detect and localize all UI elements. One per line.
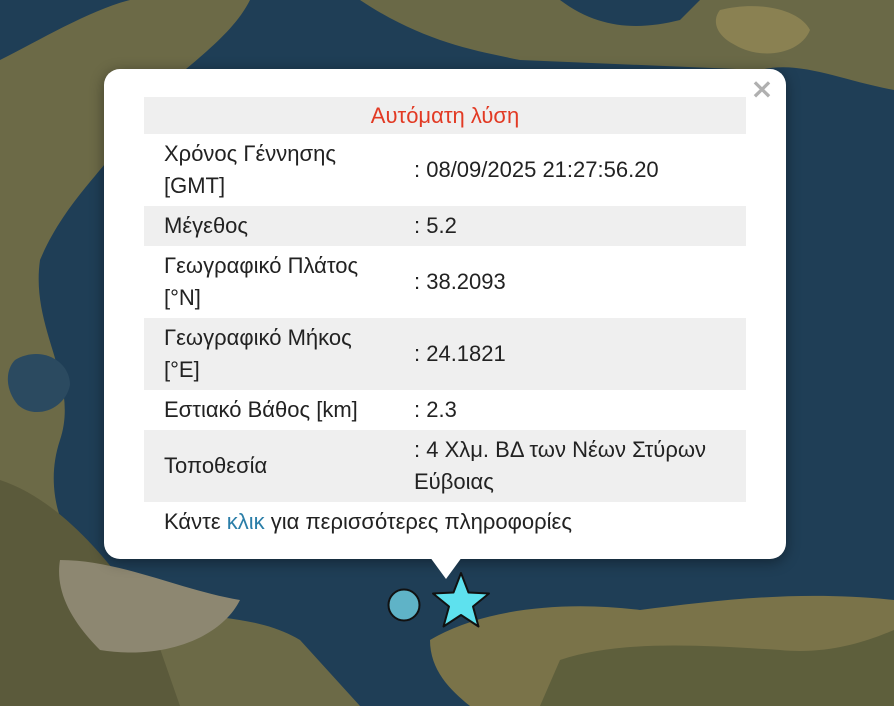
row-value: : 24.1821	[392, 318, 746, 390]
title-row: Αυτόματη λύση	[144, 97, 746, 134]
close-icon[interactable]: ×	[750, 75, 774, 103]
row-label: Μέγεθος	[144, 206, 392, 246]
row-value: : 38.2093	[414, 269, 506, 294]
footer-row: Κάντε κλικ για περισσότερες πληροφορίες	[144, 502, 746, 542]
info-table: Αυτόματη λύση Χρόνος Γέννησης [GMT] : 08…	[144, 97, 746, 542]
row-label: Γεωγραφικό Πλάτος [°N]	[164, 253, 359, 310]
row-value: : 2.3	[414, 397, 457, 422]
table-row: Χρόνος Γέννησης [GMT] : 08/09/2025 21:27…	[144, 134, 746, 206]
row-value: : 5.2	[392, 206, 746, 246]
popup-title: Αυτόματη λύση	[144, 97, 746, 134]
circle-marker-icon[interactable]	[386, 587, 422, 623]
table-row: Γεωγραφικό Πλάτος [°N] : 38.2093	[144, 246, 746, 318]
more-info-link[interactable]: κλικ	[227, 509, 265, 534]
row-value: : 08/09/2025 21:27:56.20	[414, 157, 659, 182]
star-marker-icon[interactable]	[430, 570, 492, 630]
table-row: Εστιακό Βάθος [km] : 2.3	[144, 390, 746, 430]
row-label: Τοποθεσία	[144, 430, 392, 502]
earthquake-popup: × Αυτόματη λύση Χρόνος Γέννησης [GMT] : …	[104, 69, 786, 559]
table-row: Μέγεθος : 5.2	[144, 206, 746, 246]
footer-text: Κάντε κλικ για περισσότερες πληροφορίες	[144, 502, 746, 542]
footer-suffix: για περισσότερες πληροφορίες	[264, 509, 572, 534]
row-value: : 4 Χλμ. ΒΔ των Νέων Στύρων Εύβοιας	[392, 430, 746, 502]
table-row: Γεωγραφικό Μήκος [°E] : 24.1821	[144, 318, 746, 390]
row-label: Χρόνος Γέννησης [GMT]	[164, 141, 336, 198]
footer-prefix: Κάντε	[164, 509, 227, 534]
table-row: Τοποθεσία : 4 Χλμ. ΒΔ των Νέων Στύρων Εύ…	[144, 430, 746, 502]
row-label: Γεωγραφικό Μήκος [°E]	[144, 318, 392, 390]
row-label: Εστιακό Βάθος [km]	[164, 397, 358, 422]
